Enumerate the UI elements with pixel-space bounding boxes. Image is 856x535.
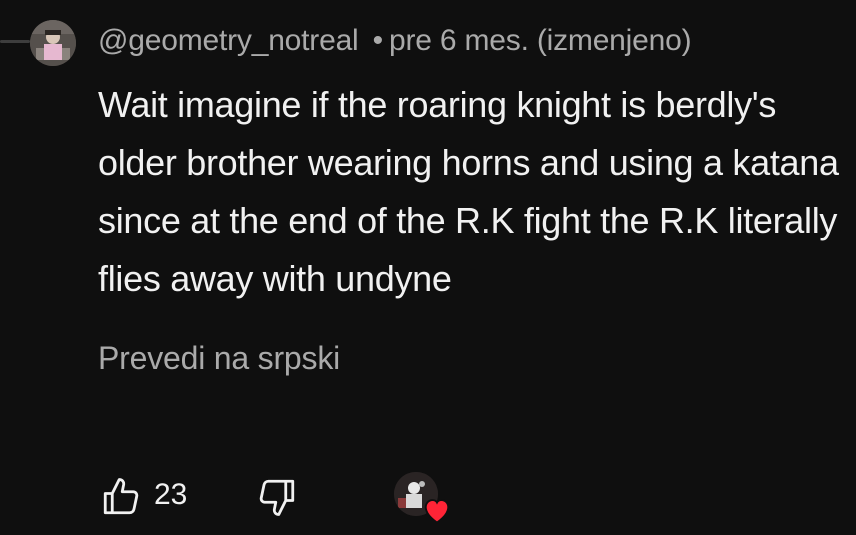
header-separator: • (372, 24, 384, 57)
thread-connector (0, 40, 30, 43)
like-count: 23 (154, 478, 188, 511)
thumbs-up-icon (103, 478, 139, 515)
author-handle[interactable]: @geometry_notreal (98, 24, 359, 57)
comment-timestamp[interactable]: pre 6 mes. (izmenjeno) (389, 24, 692, 57)
comment-header: @geometry_notreal • pre 6 mes. (izmenjeno… (98, 24, 692, 58)
comment-actions: 23 (96, 470, 496, 526)
heart-icon (424, 499, 450, 524)
author-avatar[interactable] (30, 20, 76, 66)
like-button[interactable] (96, 470, 146, 524)
avatar-image (30, 20, 76, 66)
comment-body: Wait imagine if the roaring knight is be… (98, 84, 839, 299)
creator-heart-badge (394, 472, 454, 528)
translate-button[interactable]: Prevedi na srpski (98, 340, 340, 377)
dislike-button[interactable] (252, 470, 302, 524)
thumbs-down-icon (259, 479, 295, 516)
